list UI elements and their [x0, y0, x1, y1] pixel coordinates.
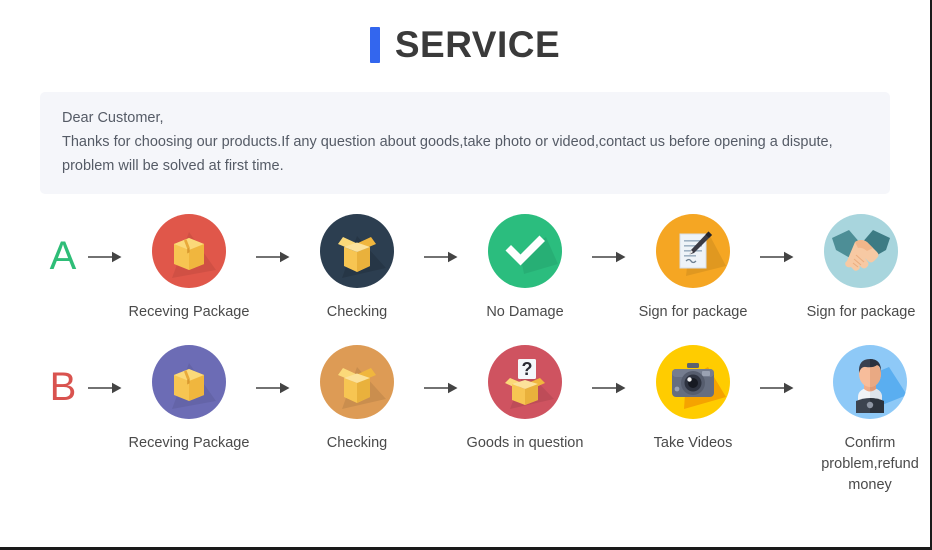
step-b-2: Checking: [296, 345, 418, 454]
arrow-right-icon: [82, 250, 128, 264]
arrow-right-icon: [586, 381, 632, 395]
step-b-3: ? Goods in question: [464, 345, 586, 454]
notice-line-1: Dear Customer,: [62, 110, 164, 126]
question-box-icon: ?: [488, 345, 562, 419]
arrow-right-icon: [250, 381, 296, 395]
step-a-2: Checking: [296, 214, 418, 323]
checkmark-icon: [488, 214, 562, 288]
step-b-1: Receving Package: [128, 345, 250, 454]
page-title: SERVICE: [394, 24, 561, 65]
step-label: Checking: [326, 435, 388, 451]
open-box-icon: [320, 214, 394, 288]
arrow-right-icon: [82, 381, 128, 395]
document-pen-icon: [656, 214, 730, 288]
arrow-right-icon: [754, 381, 800, 395]
step-a-3: No Damage: [464, 214, 586, 323]
step-label: Confirm problem,refund money: [821, 435, 919, 493]
notice-line-2: Thanks for choosing our products.If any …: [62, 134, 833, 150]
step-a-5: Sign for package: [800, 214, 922, 323]
notice-line-3: problem will be solved at first time.: [62, 158, 284, 174]
flow-row-a: A Receving Package Checking No Damage Si…: [0, 214, 930, 323]
step-label: Sign for package: [638, 304, 748, 320]
title-accent-bar: [369, 27, 380, 63]
flow-letter-a: A: [49, 234, 77, 278]
step-b-4: Take Videos: [632, 345, 754, 454]
svg-text:?: ?: [522, 359, 533, 379]
service-page: SERVICE Dear Customer, Thanks for choosi…: [0, 0, 932, 550]
arrow-right-icon: [418, 381, 464, 395]
step-label: Receving Package: [128, 304, 250, 320]
camera-icon: [656, 345, 730, 419]
arrow-right-icon: [754, 250, 800, 264]
flow-letter-b: B: [49, 365, 77, 409]
closed-box-icon: [152, 345, 226, 419]
customer-notice-box: Dear Customer, Thanks for choosing our p…: [40, 92, 890, 194]
person-icon: [833, 345, 907, 419]
step-label: Goods in question: [466, 435, 584, 451]
step-b-5: Confirm problem,refund money: [800, 345, 930, 496]
flow-row-b: B Receving Package Checking ? Goods in q…: [0, 345, 930, 496]
step-a-4: Sign for package: [632, 214, 754, 323]
step-label: No Damage: [486, 304, 564, 320]
step-label: Sign for package: [806, 304, 916, 320]
open-box-icon: [320, 345, 394, 419]
closed-box-icon: [152, 214, 226, 288]
step-label: Receving Package: [128, 435, 250, 451]
arrow-right-icon: [250, 250, 296, 264]
step-label: Checking: [326, 304, 388, 320]
step-label: Take Videos: [653, 435, 733, 451]
step-a-1: Receving Package: [128, 214, 250, 323]
arrow-right-icon: [418, 250, 464, 264]
arrow-right-icon: [586, 250, 632, 264]
page-header: SERVICE: [0, 0, 930, 70]
handshake-icon: [824, 214, 898, 288]
